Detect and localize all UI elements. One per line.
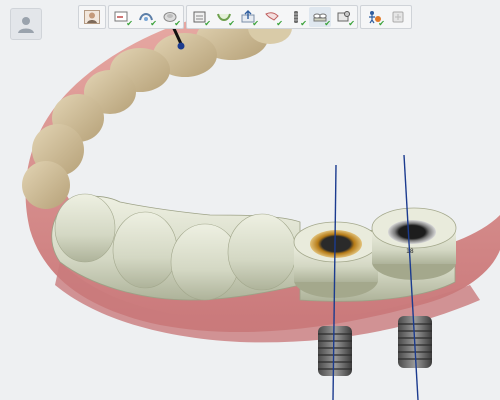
user-icon bbox=[18, 17, 34, 33]
model-button[interactable]: ✔ bbox=[189, 7, 211, 28]
insertion-axis-button[interactable]: ✔ bbox=[237, 7, 259, 28]
implant-position-label: 18 bbox=[406, 248, 414, 255]
patient-icon bbox=[84, 10, 100, 24]
check-icon: ✔ bbox=[324, 19, 331, 28]
scan-bite-button[interactable]: ✔ bbox=[159, 7, 181, 28]
scan-jaw-button[interactable]: ✔ bbox=[135, 7, 157, 28]
check-icon: ✔ bbox=[300, 19, 307, 28]
workflow-toolbar: ✔ ✔ ✔ ✔ ✔ ✔ ✔ ✔ ✔ ✔ ✔ bbox=[78, 5, 412, 29]
restoration-button[interactable]: ✔ bbox=[333, 7, 355, 28]
implant-left bbox=[318, 326, 352, 376]
abutment-left[interactable] bbox=[293, 221, 379, 298]
finish-icon bbox=[392, 11, 404, 23]
scanbody-button[interactable]: ✔ bbox=[261, 7, 283, 28]
check-icon: ✔ bbox=[252, 19, 259, 28]
3d-viewport[interactable] bbox=[0, 0, 500, 400]
toolbar-group-patient bbox=[78, 5, 106, 29]
toolbar-group-scan: ✔ ✔ ✔ bbox=[108, 5, 184, 29]
bar-design-button[interactable]: ✔ bbox=[309, 7, 331, 28]
check-icon: ✔ bbox=[150, 19, 157, 28]
patient-button[interactable] bbox=[81, 7, 103, 27]
check-icon: ✔ bbox=[174, 19, 181, 28]
check-icon: ✔ bbox=[204, 19, 211, 28]
check-icon: ✔ bbox=[348, 19, 355, 28]
implant-button[interactable]: ✔ bbox=[285, 7, 307, 28]
toolbar-group-design: ✔ ✔ ✔ ✔ ✔ ✔ ✔ bbox=[186, 5, 358, 29]
check-icon: ✔ bbox=[276, 19, 283, 28]
abutment-right[interactable] bbox=[371, 207, 457, 280]
check-icon: ✔ bbox=[228, 19, 235, 28]
toolbar-group-finish: ✔ bbox=[360, 5, 412, 29]
scan-prep-button[interactable]: ✔ bbox=[111, 7, 133, 28]
user-avatar-button[interactable] bbox=[10, 8, 42, 40]
finish-button[interactable] bbox=[387, 7, 409, 27]
margin-button[interactable]: ✔ bbox=[213, 7, 235, 28]
check-icon: ✔ bbox=[378, 19, 385, 28]
axis-handle[interactable] bbox=[177, 42, 185, 50]
export-button[interactable]: ✔ bbox=[363, 7, 385, 28]
check-icon: ✔ bbox=[126, 19, 133, 28]
